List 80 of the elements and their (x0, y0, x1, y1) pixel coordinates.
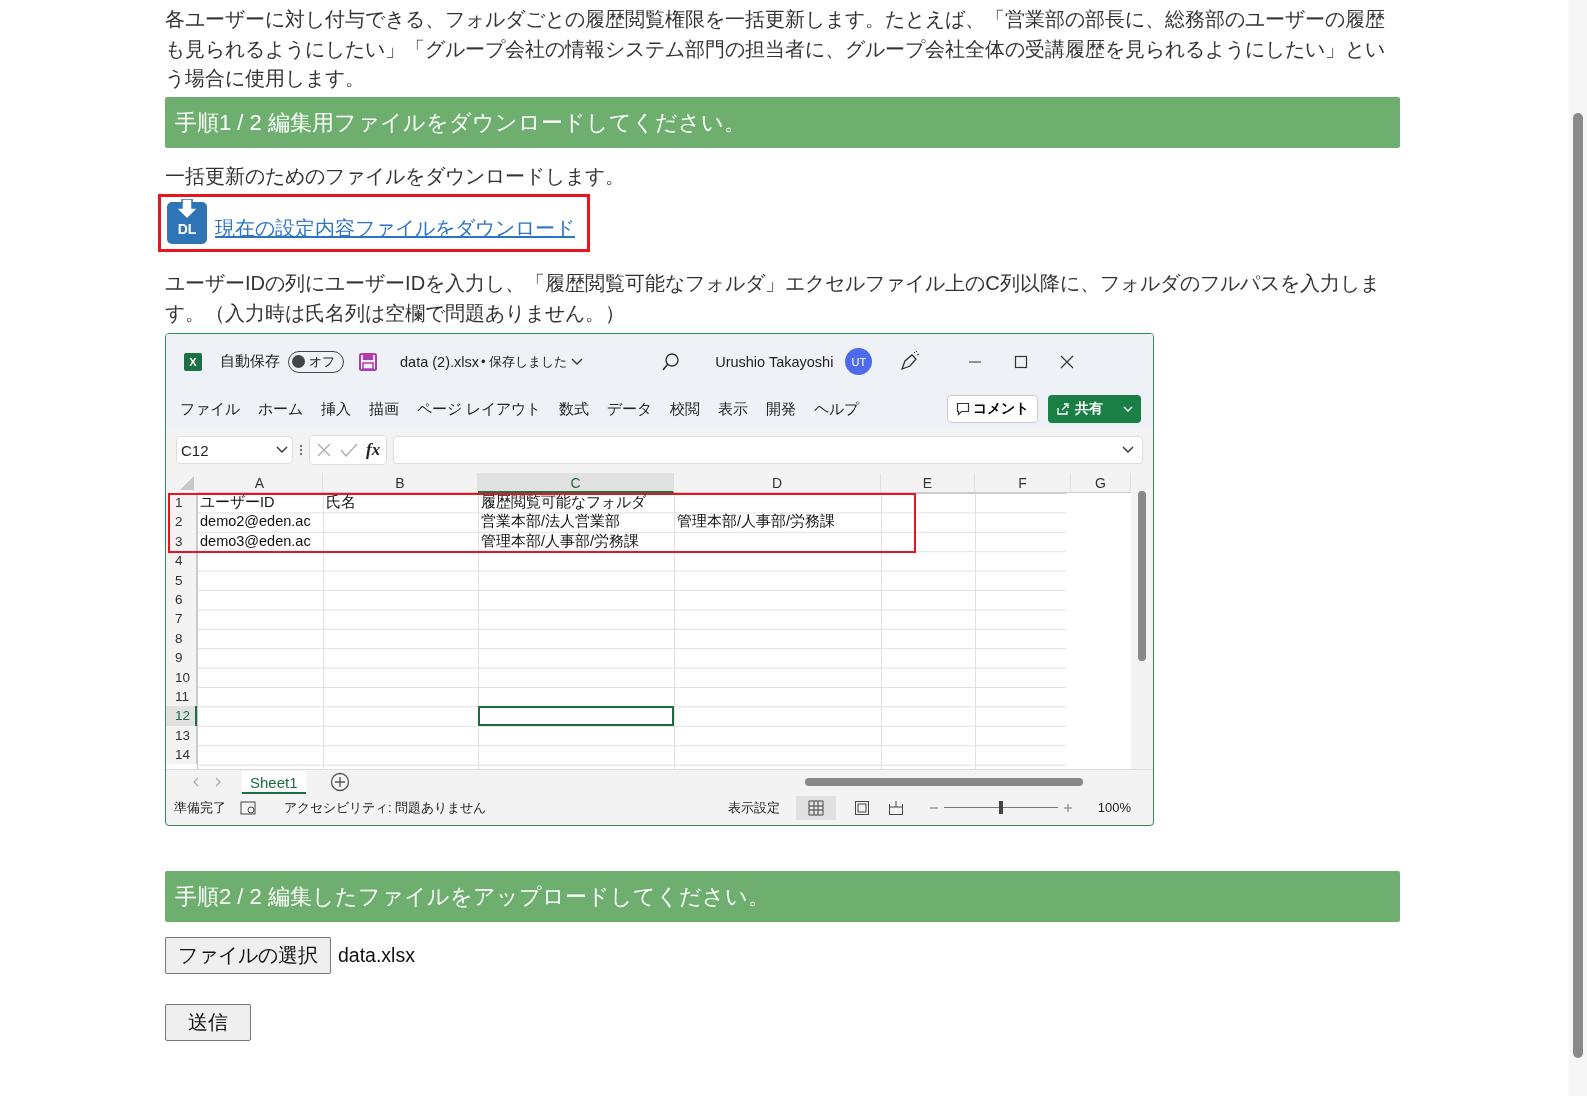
file-select-button[interactable]: ファイルの選択 (165, 937, 331, 974)
autosave-label: 自動保存 (220, 352, 280, 371)
close-icon[interactable] (1060, 354, 1075, 369)
table-cell-text: demo2@eden.ac (199, 512, 312, 532)
sheet-tab[interactable]: Sheet1 (242, 770, 306, 794)
table-cell-text: 管理本部/人事部/労務課 (480, 531, 641, 551)
lead-text: 一括更新のためのファイルをダウンロードします。 (165, 163, 626, 189)
formula-field[interactable] (393, 436, 1143, 464)
normal-view-icon[interactable] (795, 795, 836, 820)
accessibility-status[interactable]: アクセシビリティ: 問題ありません (284, 798, 487, 817)
page-break-icon[interactable] (887, 799, 904, 816)
page-layout-icon[interactable] (853, 799, 870, 816)
row-header[interactable]: 14 (166, 745, 197, 765)
ribbon-tab[interactable]: 表示 (718, 399, 749, 419)
maximize-icon[interactable] (1014, 354, 1029, 369)
row-header[interactable]: 12 (166, 706, 197, 726)
table-cell-text: 履歴閲覧可能なフォルダ (480, 493, 647, 512)
ribbon-tab[interactable]: ホーム (258, 399, 303, 419)
user-avatar[interactable]: UT (845, 348, 873, 375)
more-icon[interactable] (299, 443, 303, 457)
step-heading: 手順1 / 2 編集用ファイルをダウンロードしてください。 (165, 96, 1400, 148)
user-name: Urushio Takayoshi (715, 353, 834, 370)
search-icon[interactable] (661, 351, 682, 372)
vertical-scrollbar[interactable] (1131, 473, 1153, 769)
spreadsheet-app-icon: X (184, 352, 202, 371)
column-header[interactable]: D (674, 473, 881, 493)
instruction-text: ユーザーIDの列にユーザーIDを入力し、「履歴閲覧可能なフォルダ」エクセルファイル上のC列以降に、フォルダのフルパスを入力します。（入力時は氏名列は空欄で問題ありません。） (165, 271, 1381, 326)
column-header[interactable]: E (881, 473, 975, 493)
ribbon-tab[interactable]: 数式 (559, 399, 590, 419)
ribbon-tab[interactable]: ページ レイアウト (417, 399, 542, 419)
column-header[interactable]: F (975, 473, 1071, 493)
caret-icon[interactable] (276, 446, 288, 454)
share-button[interactable]: 共有 (1048, 395, 1141, 423)
macro-icon[interactable] (240, 799, 258, 816)
selected-cell[interactable] (478, 706, 674, 726)
table-cell-text: 管理本部/人事部/労務課 (676, 512, 837, 532)
ribbon-tab[interactable]: 描画 (369, 399, 399, 419)
zoom-thumb[interactable] (998, 801, 1003, 814)
ribbon-tab[interactable]: 開発 (766, 399, 797, 419)
selected-file-name: data.xlsx (338, 944, 415, 967)
chevron-icon[interactable] (571, 357, 584, 366)
add-sheet-icon[interactable] (329, 772, 350, 792)
ribbon-tab[interactable]: 校閲 (670, 399, 701, 419)
submit-button[interactable]: 送信 (165, 1004, 251, 1041)
page-scrollbar[interactable] (1569, 0, 1587, 1096)
check-icon[interactable] (340, 442, 358, 458)
pen-icon[interactable] (898, 350, 921, 373)
intro-text: 各ユーザーに対し付与できる、フォルダごとの履歴閲覧権限を一括更新します。たとえば、「営業部の部長に、総務部のユーザーの履歴も見られるようにしたい」「グループ会社の情報システム部門の担当者に、グループ会社全体の受講履歴を見られるようにしたい」という場合に使用します。 (165, 7, 1386, 91)
table-cell-text: demo3@eden.ac (199, 531, 312, 551)
comment-button[interactable]: コメント (947, 395, 1038, 423)
save-status[interactable]: • 保存しました (481, 352, 568, 371)
comment-icon (956, 402, 970, 416)
table-cell-text: 営業本部/法人営業部 (480, 512, 622, 532)
function-button[interactable]: fx (366, 440, 381, 460)
ribbon-tab[interactable]: ヘルプ (814, 399, 860, 419)
display-settings-button[interactable]: 表示設定 (727, 798, 780, 817)
column-header[interactable]: A (197, 473, 323, 493)
table-cell-text: ユーザーID (199, 493, 276, 512)
caret-icon[interactable] (1122, 446, 1134, 454)
ribbon-tab[interactable]: ファイル (180, 399, 240, 419)
save-icon[interactable] (358, 351, 378, 372)
row-header[interactable]: 7 (166, 609, 197, 629)
zoom-slider[interactable] (929, 803, 1072, 812)
zoom-level: 100% (1097, 800, 1131, 815)
step-heading: 手順2 / 2 編集したファイルをアップロードしてください。 (165, 871, 1400, 922)
zoom-in-icon[interactable] (1063, 803, 1072, 812)
row-header[interactable]: 2 (166, 512, 197, 532)
column-header[interactable]: G (1071, 473, 1131, 493)
ribbon-tab[interactable]: データ (607, 399, 653, 419)
share-icon (1056, 402, 1070, 416)
table-cell-text: 氏名 (325, 493, 357, 512)
column-header[interactable]: B (323, 473, 478, 493)
status-text: 準備完了 (174, 798, 226, 817)
column-header[interactable]: C (478, 473, 674, 493)
name-box[interactable]: C12 (176, 436, 293, 464)
ribbon-tab[interactable]: 挿入 (321, 399, 351, 419)
row-header[interactable]: 4 (166, 551, 197, 571)
file-name[interactable]: data (2).xlsx (400, 353, 479, 370)
row-header[interactable]: 9 (166, 648, 197, 668)
download-icon: DL (167, 202, 207, 244)
